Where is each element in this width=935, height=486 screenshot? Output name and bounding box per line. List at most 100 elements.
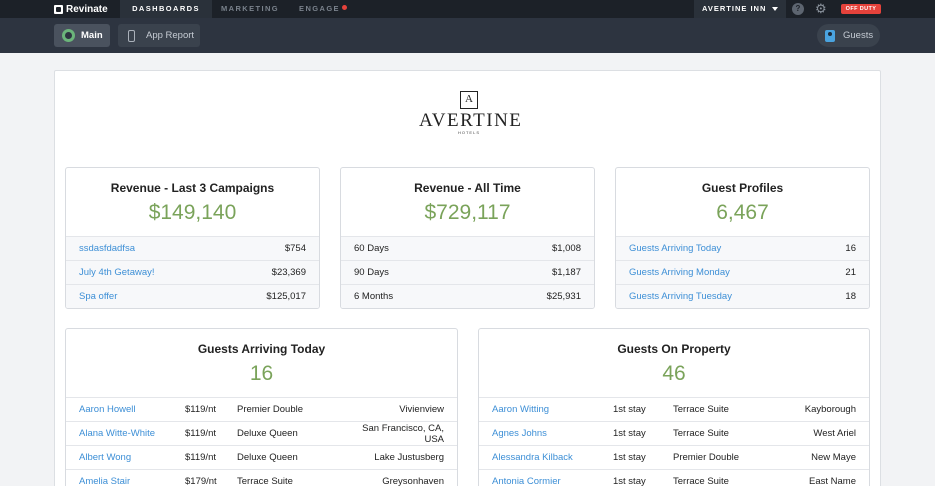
table-row[interactable]: Aaron Witting 1st stay Terrace Suite Kaybor… [479,397,869,421]
revenue-campaigns-card: Revenue - Last 3 Campaigns $149,140 ssda… [65,167,320,309]
table-row[interactable]: Amelia Stair $179/nt Terrace Suite Greysonh… [66,469,457,486]
list-item[interactable]: Guests Arriving Tuesday 18 [616,284,869,308]
property-name: AVERTINE INN [702,4,767,13]
guest-name-link[interactable]: Albert Wong [79,452,185,463]
guest-segment-link[interactable]: Guests Arriving Today [629,243,845,254]
period-label: 60 Days [354,243,389,254]
campaign-revenue: $754 [284,243,306,254]
guest-room: Deluxe Queen [237,452,298,463]
guest-segment-count: 21 [845,267,856,278]
brand-logo[interactable]: Revinate [54,3,108,15]
nav-marketing[interactable]: MARKETING [212,0,288,18]
table-row[interactable]: Alana Witte-White $119/nt Deluxe Queen San … [66,421,457,445]
help-icon[interactable]: ? [792,3,804,15]
campaign-link[interactable]: July 4th Getaway! [79,267,272,278]
card-rows: Guests Arriving Today 16 Guests Arriving … [616,236,869,308]
list-item[interactable]: Spa offer $125,017 [66,284,319,308]
guest-card-icon [825,29,835,42]
guest-name-link[interactable]: Aaron Witting [492,404,613,415]
table-row[interactable]: Agnes Johns 1st stay Terrace Suite West Ari… [479,421,869,445]
nav-dashboards[interactable]: DASHBOARDS [120,0,212,18]
guests-arriving-today-card: Guests Arriving Today 16 Aaron Howell $11… [65,328,458,486]
guest-location: San Francisco, CA, USA [362,422,444,445]
list-item: 90 Days $1,187 [341,260,594,284]
nav-engage[interactable]: ENGAGE [288,0,358,18]
table-row[interactable]: Albert Wong $119/nt Deluxe Queen Lake Justu… [66,445,457,469]
brand-name: Revinate [66,3,108,15]
campaign-link[interactable]: ssdasfdadfsa [79,243,285,254]
guest-segment-count: 18 [845,291,856,302]
table-row[interactable]: Antonia Cormier 1st stay Terrace Suite East… [479,469,869,486]
revenue-all-time-card: Revenue - All Time $729,117 60 Days $1,00… [340,167,595,309]
period-revenue: $25,931 [546,291,581,302]
guest-name-link[interactable]: Aaron Howell [79,404,185,415]
period-label: 6 Months [354,291,394,302]
guest-segment-link[interactable]: Guests Arriving Tuesday [629,291,845,302]
guest-stay: 1st stay [613,452,646,463]
caret-down-icon [772,7,778,11]
guest-table: Aaron Witting 1st stay Terrace Suite Kaybor… [479,397,869,486]
guest-room: Deluxe Queen [237,428,298,439]
tab-main[interactable]: Main [54,24,110,47]
tab-main-label: Main [81,30,103,41]
guest-location: Greysonhaven [382,476,444,486]
guest-room: Premier Double [237,404,303,415]
period-label: 90 Days [354,267,389,278]
card-title: Guests Arriving Today [197,342,326,356]
guest-name-link[interactable]: Antonia Cormier [492,476,613,486]
status-badge[interactable]: OFF DUTY [841,4,881,14]
guest-location: Vivienview [399,404,444,415]
list-item[interactable]: ssdasfdadfsa $754 [66,236,319,260]
table-row[interactable]: Aaron Howell $119/nt Premier Double Vivienv… [66,397,457,421]
card-value: 6,467 [716,201,769,224]
campaign-revenue: $23,369 [271,267,306,278]
guest-stay: 1st stay [613,476,646,486]
campaign-link[interactable]: Spa offer [79,291,266,302]
card-value: 46 [662,362,686,385]
guest-location: New Maye [811,452,856,463]
hotel-logo-mark: A [460,91,478,109]
guest-location: East Name [809,476,856,486]
guest-location: West Ariel [813,428,856,439]
card-title: Guest Profiles [701,181,784,195]
hotel-logo-name: AVERTINE [419,110,523,131]
guest-rate: $119/nt [185,452,216,463]
dashboard-panel: A AVERTINE HOTELS Revenue - Last 3 Campa… [54,70,881,486]
guest-segment-count: 16 [845,243,856,254]
guests-button[interactable]: Guests [817,24,880,47]
guest-name-link[interactable]: Alana Witte-White [79,428,185,439]
card-value: $149,140 [148,201,237,224]
guest-location: Kayborough [804,404,856,415]
guest-room: Terrace Suite [673,476,729,486]
guest-room: Terrace Suite [673,404,729,415]
card-title: Revenue - All Time [414,181,521,195]
guest-location: Lake Justusberg [374,452,444,463]
guest-name-link[interactable]: Alessandra Kilback [492,452,613,463]
guest-name-link[interactable]: Amelia Stair [79,476,185,486]
notification-dot-icon [341,5,347,10]
card-rows: ssdasfdadfsa $754 July 4th Getaway! $23,36… [66,236,319,308]
card-title: Revenue - Last 3 Campaigns [110,181,275,195]
list-item: 6 Months $25,931 [341,284,594,308]
guest-room: Premier Double [673,452,739,463]
guest-profiles-card: Guest Profiles 6,467 Guests Arriving Tod… [615,167,870,309]
sub-navigation-bar: Main App Report Guests [0,18,935,53]
campaign-revenue: $125,017 [266,291,306,302]
dashboard-icon [62,29,75,42]
gear-icon[interactable]: ⚙ [815,1,827,17]
top-navigation-bar: Revinate DASHBOARDS MARKETING ENGAGE AVE… [0,0,935,18]
guest-stay: 1st stay [613,428,646,439]
list-item[interactable]: July 4th Getaway! $23,369 [66,260,319,284]
guest-name-link[interactable]: Agnes Johns [492,428,613,439]
guests-button-label: Guests [843,30,874,41]
tab-app-report[interactable]: App Report [118,24,200,47]
list-item: 60 Days $1,008 [341,236,594,260]
list-item[interactable]: Guests Arriving Monday 21 [616,260,869,284]
list-item[interactable]: Guests Arriving Today 16 [616,236,869,260]
guest-segment-link[interactable]: Guests Arriving Monday [629,267,845,278]
property-selector[interactable]: AVERTINE INN [694,0,786,18]
revinate-logo-icon [54,4,63,14]
table-row[interactable]: Alessandra Kilback 1st stay Premier Double… [479,445,869,469]
guest-stay: 1st stay [613,404,646,415]
period-revenue: $1,008 [551,243,581,254]
